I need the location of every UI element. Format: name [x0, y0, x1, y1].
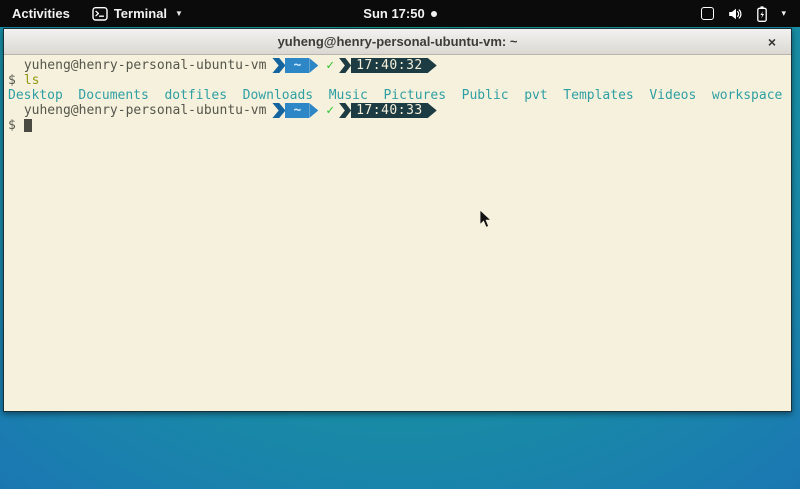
- system-tray[interactable]: ▾: [701, 0, 800, 27]
- activities-button[interactable]: Activities: [0, 0, 82, 27]
- powerline-chevron-icon: [272, 103, 285, 118]
- app-menu-label: Terminal: [114, 6, 167, 21]
- dir-name: Videos: [649, 88, 696, 103]
- clock[interactable]: Sun 17:50: [363, 6, 424, 21]
- prompt-time: 17:40:33: [351, 103, 428, 118]
- prompt-path: ~: [285, 103, 309, 118]
- dir-name: Desktop: [8, 88, 63, 103]
- dir-name: Templates: [563, 88, 633, 103]
- prompt-dollar: $: [8, 73, 16, 88]
- prompt-path: ~: [285, 58, 309, 73]
- close-button[interactable]: ×: [761, 29, 783, 54]
- app-indicator-icon: [701, 7, 714, 20]
- app-menu-terminal[interactable]: Terminal ▼: [82, 0, 193, 27]
- dir-name: Documents: [78, 88, 148, 103]
- activities-label: Activities: [12, 6, 70, 21]
- chevron-down-icon: ▼: [175, 9, 183, 18]
- volume-icon: [727, 6, 743, 22]
- time-tip-icon: [428, 103, 437, 118]
- window-titlebar[interactable]: yuheng@henry-personal-ubuntu-vm: ~ ×: [4, 29, 791, 55]
- dir-name: dotfiles: [164, 88, 227, 103]
- powerline-segment: ~ ✓ 17:40:32: [272, 58, 436, 73]
- time-tip-icon: [428, 58, 437, 73]
- tray-chevron-down-icon: ▾: [781, 8, 786, 19]
- status-check-icon: ✓: [326, 103, 334, 118]
- prompt-dollar: $: [8, 118, 16, 133]
- dir-name: Music: [329, 88, 368, 103]
- powerline-tip-icon: [309, 58, 318, 73]
- dir-name: pvt: [524, 88, 547, 103]
- terminal-window: yuheng@henry-personal-ubuntu-vm: ~ × yuh…: [3, 28, 792, 412]
- window-title: yuheng@henry-personal-ubuntu-vm: ~: [278, 34, 518, 49]
- powerline-chevron-icon: [272, 58, 285, 73]
- prompt-time: 17:40:32: [351, 58, 428, 73]
- prompt-line-2: yuheng@henry-personal-ubuntu-vm ~ ✓ 17:4…: [8, 103, 787, 118]
- dir-name: Downloads: [243, 88, 313, 103]
- prompt-line-1: yuheng@henry-personal-ubuntu-vm ~ ✓ 17:4…: [8, 58, 787, 73]
- text-cursor: [24, 119, 32, 132]
- prompt-user: yuheng@henry-personal-ubuntu-vm: [8, 103, 266, 118]
- time-chevron-icon: [339, 58, 351, 73]
- command-line: $ ls: [8, 73, 787, 88]
- time-chevron-icon: [339, 103, 351, 118]
- top-bar: Activities Terminal ▼ Sun 17:50: [0, 0, 800, 27]
- notification-dot-icon: [431, 11, 437, 17]
- command-text: ls: [24, 73, 40, 88]
- prompt-user: yuheng@henry-personal-ubuntu-vm: [8, 58, 266, 73]
- terminal-content[interactable]: yuheng@henry-personal-ubuntu-vm ~ ✓ 17:4…: [4, 55, 791, 411]
- battery-charging-icon: [756, 6, 768, 22]
- status-check-icon: ✓: [326, 58, 334, 73]
- powerline-tip-icon: [309, 103, 318, 118]
- powerline-segment: ~ ✓ 17:40:33: [272, 103, 436, 118]
- input-line[interactable]: $: [8, 118, 787, 133]
- dir-name: Public: [462, 88, 509, 103]
- terminal-icon: [92, 6, 108, 22]
- dir-name: Pictures: [383, 88, 446, 103]
- dir-name: workspace: [712, 88, 782, 103]
- ls-output: Desktop Documents dotfiles Downloads Mus…: [8, 88, 787, 103]
